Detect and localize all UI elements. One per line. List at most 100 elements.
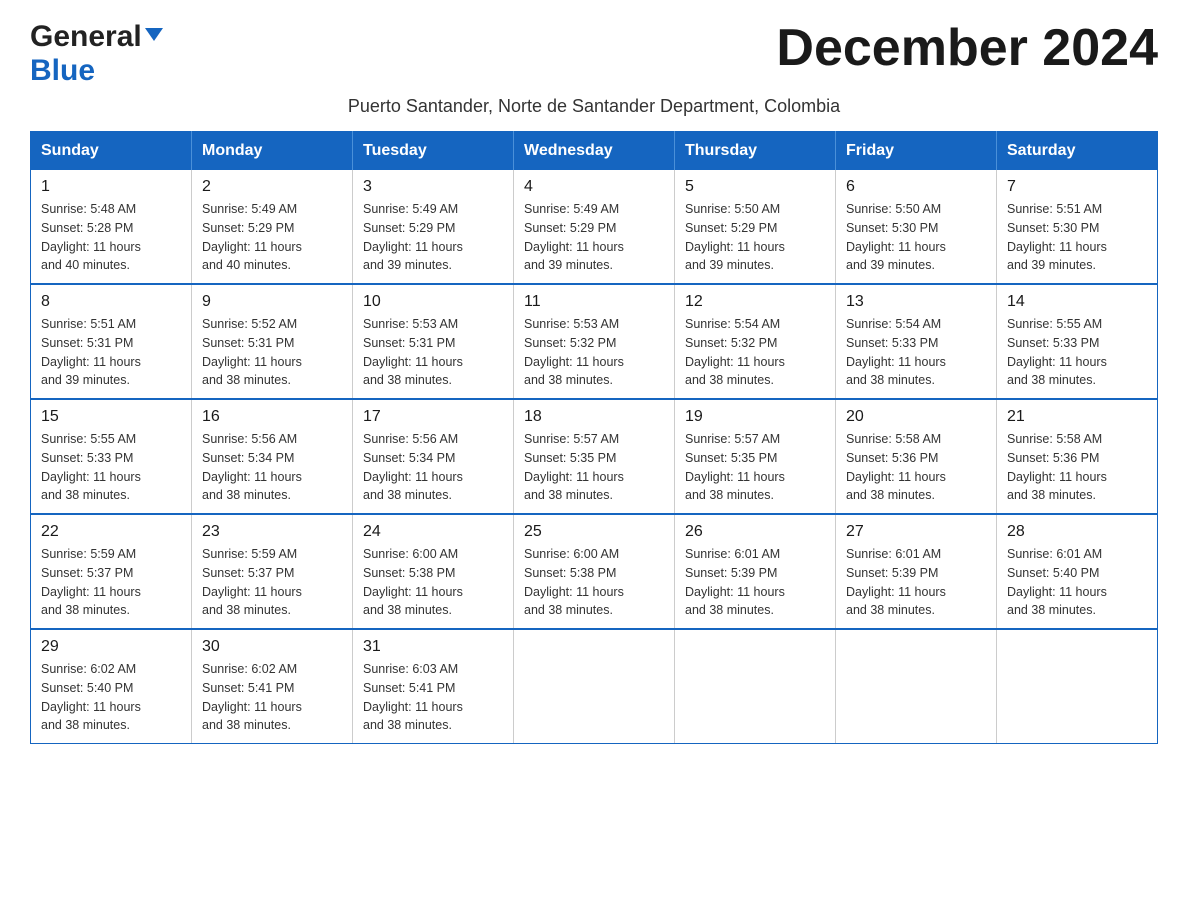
day-info: Sunrise: 5:56 AM Sunset: 5:34 PM Dayligh… xyxy=(202,430,342,505)
day-info: Sunrise: 5:57 AM Sunset: 5:35 PM Dayligh… xyxy=(685,430,825,505)
calendar-table: SundayMondayTuesdayWednesdayThursdayFrid… xyxy=(30,131,1158,744)
calendar-cell: 8 Sunrise: 5:51 AM Sunset: 5:31 PM Dayli… xyxy=(31,284,192,399)
page-title: December 2024 xyxy=(776,20,1158,77)
day-number: 21 xyxy=(1007,408,1147,426)
calendar-week-2: 8 Sunrise: 5:51 AM Sunset: 5:31 PM Dayli… xyxy=(31,284,1158,399)
calendar-cell: 14 Sunrise: 5:55 AM Sunset: 5:33 PM Dayl… xyxy=(997,284,1158,399)
day-number: 27 xyxy=(846,523,986,541)
day-number: 8 xyxy=(41,293,181,311)
calendar-header-sunday: Sunday xyxy=(31,132,192,171)
day-number: 31 xyxy=(363,638,503,656)
day-number: 20 xyxy=(846,408,986,426)
day-number: 22 xyxy=(41,523,181,541)
day-number: 25 xyxy=(524,523,664,541)
day-info: Sunrise: 5:53 AM Sunset: 5:32 PM Dayligh… xyxy=(524,315,664,390)
calendar-cell xyxy=(675,629,836,744)
day-number: 18 xyxy=(524,408,664,426)
day-info: Sunrise: 5:53 AM Sunset: 5:31 PM Dayligh… xyxy=(363,315,503,390)
day-info: Sunrise: 5:51 AM Sunset: 5:31 PM Dayligh… xyxy=(41,315,181,390)
calendar-cell: 10 Sunrise: 5:53 AM Sunset: 5:31 PM Dayl… xyxy=(353,284,514,399)
calendar-cell: 13 Sunrise: 5:54 AM Sunset: 5:33 PM Dayl… xyxy=(836,284,997,399)
calendar-cell: 23 Sunrise: 5:59 AM Sunset: 5:37 PM Dayl… xyxy=(192,514,353,629)
day-number: 30 xyxy=(202,638,342,656)
calendar-cell: 26 Sunrise: 6:01 AM Sunset: 5:39 PM Dayl… xyxy=(675,514,836,629)
day-number: 1 xyxy=(41,178,181,196)
calendar-cell: 29 Sunrise: 6:02 AM Sunset: 5:40 PM Dayl… xyxy=(31,629,192,744)
calendar-cell: 4 Sunrise: 5:49 AM Sunset: 5:29 PM Dayli… xyxy=(514,170,675,284)
calendar-cell: 31 Sunrise: 6:03 AM Sunset: 5:41 PM Dayl… xyxy=(353,629,514,744)
day-info: Sunrise: 5:55 AM Sunset: 5:33 PM Dayligh… xyxy=(1007,315,1147,390)
day-info: Sunrise: 6:02 AM Sunset: 5:40 PM Dayligh… xyxy=(41,660,181,735)
day-number: 13 xyxy=(846,293,986,311)
day-number: 5 xyxy=(685,178,825,196)
calendar-cell: 22 Sunrise: 5:59 AM Sunset: 5:37 PM Dayl… xyxy=(31,514,192,629)
day-info: Sunrise: 6:03 AM Sunset: 5:41 PM Dayligh… xyxy=(363,660,503,735)
day-number: 15 xyxy=(41,408,181,426)
day-info: Sunrise: 5:55 AM Sunset: 5:33 PM Dayligh… xyxy=(41,430,181,505)
day-info: Sunrise: 6:00 AM Sunset: 5:38 PM Dayligh… xyxy=(524,545,664,620)
logo-triangle-icon xyxy=(145,28,163,46)
calendar-cell: 17 Sunrise: 5:56 AM Sunset: 5:34 PM Dayl… xyxy=(353,399,514,514)
calendar-cell xyxy=(997,629,1158,744)
day-number: 14 xyxy=(1007,293,1147,311)
day-number: 4 xyxy=(524,178,664,196)
day-number: 23 xyxy=(202,523,342,541)
day-info: Sunrise: 6:00 AM Sunset: 5:38 PM Dayligh… xyxy=(363,545,503,620)
day-number: 17 xyxy=(363,408,503,426)
calendar-cell: 3 Sunrise: 5:49 AM Sunset: 5:29 PM Dayli… xyxy=(353,170,514,284)
calendar-cell: 30 Sunrise: 6:02 AM Sunset: 5:41 PM Dayl… xyxy=(192,629,353,744)
day-number: 28 xyxy=(1007,523,1147,541)
day-number: 10 xyxy=(363,293,503,311)
calendar-week-1: 1 Sunrise: 5:48 AM Sunset: 5:28 PM Dayli… xyxy=(31,170,1158,284)
day-info: Sunrise: 5:58 AM Sunset: 5:36 PM Dayligh… xyxy=(846,430,986,505)
page-header: General Blue December 2024 xyxy=(30,20,1158,88)
calendar-cell: 19 Sunrise: 5:57 AM Sunset: 5:35 PM Dayl… xyxy=(675,399,836,514)
calendar-cell xyxy=(836,629,997,744)
day-number: 9 xyxy=(202,293,342,311)
day-number: 29 xyxy=(41,638,181,656)
calendar-header-friday: Friday xyxy=(836,132,997,171)
day-info: Sunrise: 5:49 AM Sunset: 5:29 PM Dayligh… xyxy=(363,200,503,275)
day-info: Sunrise: 5:54 AM Sunset: 5:33 PM Dayligh… xyxy=(846,315,986,390)
calendar-cell: 6 Sunrise: 5:50 AM Sunset: 5:30 PM Dayli… xyxy=(836,170,997,284)
calendar-header-saturday: Saturday xyxy=(997,132,1158,171)
day-number: 16 xyxy=(202,408,342,426)
calendar-cell: 9 Sunrise: 5:52 AM Sunset: 5:31 PM Dayli… xyxy=(192,284,353,399)
day-info: Sunrise: 6:01 AM Sunset: 5:39 PM Dayligh… xyxy=(685,545,825,620)
calendar-header-thursday: Thursday xyxy=(675,132,836,171)
day-info: Sunrise: 6:02 AM Sunset: 5:41 PM Dayligh… xyxy=(202,660,342,735)
day-number: 2 xyxy=(202,178,342,196)
calendar-cell: 5 Sunrise: 5:50 AM Sunset: 5:29 PM Dayli… xyxy=(675,170,836,284)
calendar-cell: 1 Sunrise: 5:48 AM Sunset: 5:28 PM Dayli… xyxy=(31,170,192,284)
calendar-cell: 24 Sunrise: 6:00 AM Sunset: 5:38 PM Dayl… xyxy=(353,514,514,629)
day-number: 24 xyxy=(363,523,503,541)
calendar-header-row: SundayMondayTuesdayWednesdayThursdayFrid… xyxy=(31,132,1158,171)
calendar-cell: 16 Sunrise: 5:56 AM Sunset: 5:34 PM Dayl… xyxy=(192,399,353,514)
calendar-header-tuesday: Tuesday xyxy=(353,132,514,171)
calendar-week-3: 15 Sunrise: 5:55 AM Sunset: 5:33 PM Dayl… xyxy=(31,399,1158,514)
day-number: 6 xyxy=(846,178,986,196)
day-number: 3 xyxy=(363,178,503,196)
day-number: 12 xyxy=(685,293,825,311)
logo-blue-text: Blue xyxy=(30,54,95,87)
logo-general-text: General xyxy=(30,20,142,54)
calendar-week-5: 29 Sunrise: 6:02 AM Sunset: 5:40 PM Dayl… xyxy=(31,629,1158,744)
day-info: Sunrise: 5:48 AM Sunset: 5:28 PM Dayligh… xyxy=(41,200,181,275)
day-info: Sunrise: 5:54 AM Sunset: 5:32 PM Dayligh… xyxy=(685,315,825,390)
day-info: Sunrise: 5:59 AM Sunset: 5:37 PM Dayligh… xyxy=(41,545,181,620)
day-info: Sunrise: 5:52 AM Sunset: 5:31 PM Dayligh… xyxy=(202,315,342,390)
calendar-cell: 11 Sunrise: 5:53 AM Sunset: 5:32 PM Dayl… xyxy=(514,284,675,399)
logo: General Blue xyxy=(30,20,163,88)
calendar-cell: 7 Sunrise: 5:51 AM Sunset: 5:30 PM Dayli… xyxy=(997,170,1158,284)
day-info: Sunrise: 5:50 AM Sunset: 5:30 PM Dayligh… xyxy=(846,200,986,275)
calendar-cell: 20 Sunrise: 5:58 AM Sunset: 5:36 PM Dayl… xyxy=(836,399,997,514)
calendar-cell: 27 Sunrise: 6:01 AM Sunset: 5:39 PM Dayl… xyxy=(836,514,997,629)
calendar-cell: 15 Sunrise: 5:55 AM Sunset: 5:33 PM Dayl… xyxy=(31,399,192,514)
calendar-week-4: 22 Sunrise: 5:59 AM Sunset: 5:37 PM Dayl… xyxy=(31,514,1158,629)
calendar-header-monday: Monday xyxy=(192,132,353,171)
calendar-cell: 18 Sunrise: 5:57 AM Sunset: 5:35 PM Dayl… xyxy=(514,399,675,514)
day-number: 11 xyxy=(524,293,664,311)
calendar-header-wednesday: Wednesday xyxy=(514,132,675,171)
day-info: Sunrise: 5:49 AM Sunset: 5:29 PM Dayligh… xyxy=(524,200,664,275)
day-number: 26 xyxy=(685,523,825,541)
